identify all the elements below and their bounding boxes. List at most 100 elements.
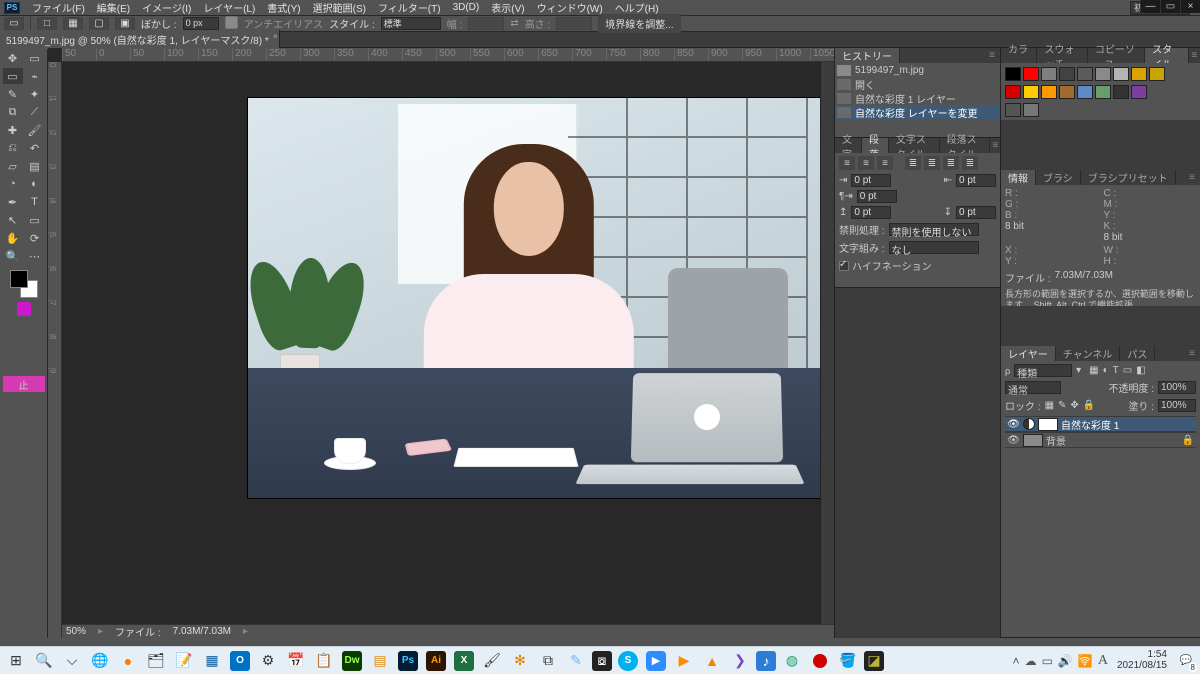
layer-name[interactable]: 自然な彩度 1: [1061, 417, 1119, 432]
tool-preset-icon[interactable]: ▭: [4, 17, 24, 31]
style-swatch[interactable]: [1041, 85, 1057, 99]
blur-tool[interactable]: ◔: [3, 176, 23, 192]
visibility-toggle[interactable]: 👁: [1007, 434, 1020, 447]
indent-first-input[interactable]: 0 pt: [857, 190, 897, 203]
style-swatch[interactable]: [1041, 67, 1057, 81]
para-style-tab[interactable]: 段落スタイル: [940, 138, 991, 153]
info-tab[interactable]: 情報: [1001, 170, 1036, 185]
style-swatch[interactable]: [1023, 85, 1039, 99]
task-view-button[interactable]: ⌵: [60, 650, 84, 672]
kumi-select[interactable]: なし: [889, 241, 979, 254]
taskbar-clock[interactable]: 1:54 2021/08/15: [1113, 650, 1171, 671]
justify-all[interactable]: ≣: [962, 156, 978, 170]
char-style-tab[interactable]: 文字スタイル: [889, 138, 940, 153]
kinsoku-select[interactable]: 禁則を使用しない: [889, 223, 979, 236]
quick-mask-toggle[interactable]: [17, 302, 31, 316]
history-step[interactable]: 自然な彩度 レイヤーを変更: [835, 105, 1000, 119]
edit-toolbar[interactable]: ⋯: [25, 248, 45, 264]
paragraph-panel-menu-icon[interactable]: ≡: [990, 138, 1000, 153]
bucket-icon[interactable]: 🪣: [836, 650, 860, 672]
style-swatch[interactable]: [1005, 103, 1021, 117]
explorer-icon[interactable]: 🗂: [144, 650, 168, 672]
ime-indicator[interactable]: A: [1098, 653, 1108, 669]
align-right[interactable]: ≡: [877, 156, 893, 170]
collapsed-panel-strip[interactable]: [820, 62, 834, 638]
style-swatch[interactable]: [1023, 103, 1039, 117]
brush-preset-tab[interactable]: ブラシプリセット: [1081, 170, 1176, 185]
style-swatch[interactable]: [1095, 67, 1111, 81]
battery-icon[interactable]: ▭: [1042, 654, 1053, 668]
document-canvas[interactable]: [248, 98, 834, 498]
space-after-input[interactable]: 0 pt: [956, 206, 996, 219]
globe-icon[interactable]: ◍: [780, 650, 804, 672]
pen-icon[interactable]: ✎: [564, 650, 588, 672]
menu-image[interactable]: イメージ(I): [136, 0, 197, 17]
fg-color-swatch[interactable]: [10, 270, 28, 288]
fg-bg-color[interactable]: [10, 270, 38, 298]
photos-icon[interactable]: ▦: [200, 650, 224, 672]
close-tab-icon[interactable]: ×: [273, 32, 278, 41]
edit-in-button[interactable]: 止: [3, 376, 45, 392]
fill-input[interactable]: 100%: [1158, 399, 1196, 412]
layer-mask-thumb[interactable]: [1038, 418, 1058, 431]
brush-tab[interactable]: ブラシ: [1036, 170, 1081, 185]
clone-source-tab[interactable]: コピーソース: [1088, 48, 1145, 63]
indent-left-input[interactable]: 0 pt: [851, 174, 891, 187]
sublime-icon[interactable]: ▤: [368, 650, 392, 672]
style-swatch[interactable]: [1077, 67, 1093, 81]
notepad-icon[interactable]: 📝: [172, 650, 196, 672]
swatches-tab[interactable]: スウォッチ: [1037, 48, 1088, 63]
network-icon[interactable]: 🛜: [1078, 654, 1093, 668]
dodge-tool[interactable]: ◐: [25, 176, 45, 192]
menu-filter[interactable]: フィルター(T): [372, 0, 447, 17]
move-tool[interactable]: ✥: [3, 50, 23, 66]
char-tab[interactable]: 文字: [835, 138, 862, 153]
hand-tool[interactable]: ✋: [3, 230, 23, 246]
subtract-selection-icon[interactable]: ▢: [89, 17, 109, 31]
align-center[interactable]: ≡: [858, 156, 874, 170]
calendar-icon[interactable]: 📅: [284, 650, 308, 672]
lasso-tool[interactable]: ⌁: [25, 68, 45, 84]
opacity-input[interactable]: 100%: [1158, 381, 1196, 394]
outlook-icon[interactable]: O: [228, 650, 252, 672]
info-panel-menu-icon[interactable]: ≡: [1184, 170, 1200, 185]
paths-tab[interactable]: パス: [1120, 346, 1155, 361]
menu-type[interactable]: 書式(Y): [261, 0, 306, 17]
window-minimize-button[interactable]: —: [1140, 0, 1160, 13]
layer-row[interactable]: 👁 背景 🔒: [1005, 432, 1196, 448]
illustrator-icon[interactable]: Ai: [424, 650, 448, 672]
music-icon[interactable]: ♪: [756, 651, 776, 671]
intersect-selection-icon[interactable]: ▣: [115, 17, 135, 31]
volume-icon[interactable]: 🔊: [1058, 654, 1073, 668]
style-swatch[interactable]: [1077, 85, 1093, 99]
quick-select-tool[interactable]: ✎: [3, 86, 23, 102]
start-button[interactable]: ⊞: [4, 650, 28, 672]
channels-tab[interactable]: チャンネル: [1056, 346, 1121, 361]
search-button[interactable]: 🔍: [32, 650, 56, 672]
layer-name[interactable]: 背景: [1046, 433, 1066, 448]
color-tab[interactable]: カラー: [1001, 48, 1037, 63]
document-tab[interactable]: 5199497_m.jpg @ 50% (自然な彩度 1, レイヤーマスク/8)…: [0, 30, 280, 49]
cloud-icon[interactable]: ☁: [1025, 654, 1037, 668]
excel-icon[interactable]: X: [452, 650, 476, 672]
paragraph-tab[interactable]: 段落: [862, 138, 889, 153]
style-swatch[interactable]: [1131, 67, 1147, 81]
marquee-tool[interactable]: ▭: [3, 68, 23, 84]
artboard-tool[interactable]: ▭: [25, 50, 45, 66]
purple-app-icon[interactable]: ❯: [728, 650, 752, 672]
styles-panel-menu-icon[interactable]: ≡: [1189, 48, 1200, 63]
menu-layer[interactable]: レイヤー(L): [197, 0, 261, 17]
new-selection-icon[interactable]: □: [37, 17, 57, 31]
indent-right-input[interactable]: 0 pt: [956, 174, 996, 187]
style-swatch[interactable]: [1113, 85, 1129, 99]
style-swatch[interactable]: [1095, 85, 1111, 99]
action-center-button[interactable]: 💬 8: [1176, 651, 1196, 671]
menu-edit[interactable]: 編集(E): [91, 0, 136, 17]
butterfly-icon[interactable]: ✻: [508, 650, 532, 672]
history-tab[interactable]: ヒストリー: [835, 48, 900, 63]
align-left[interactable]: ≡: [839, 156, 855, 170]
style-swatch[interactable]: [1113, 67, 1129, 81]
tasks-icon[interactable]: 📋: [312, 650, 336, 672]
settings-icon[interactable]: ⚙: [256, 650, 280, 672]
record-icon[interactable]: [808, 650, 832, 672]
